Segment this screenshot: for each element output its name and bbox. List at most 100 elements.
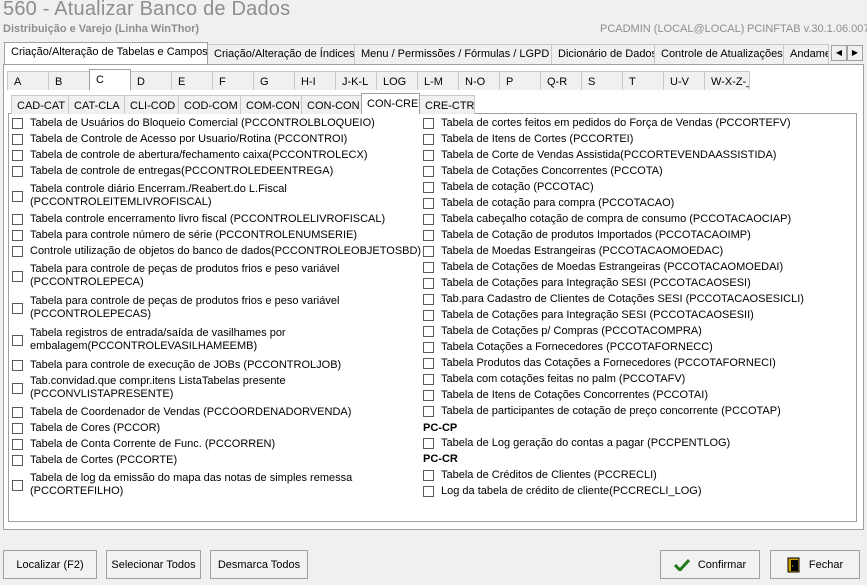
tab-controle-atualizacoes[interactable]: Controle de Atualizações [654, 44, 784, 64]
tab-letter-n-o[interactable]: N-O [458, 71, 500, 90]
tab-indices[interactable]: Criação/Alteração de Índices [207, 44, 355, 64]
checkbox[interactable] [423, 390, 434, 401]
checkbox[interactable] [423, 214, 434, 225]
list-item[interactable]: Tabela de Cotação de produtos Importados… [423, 229, 751, 242]
tab-con-cre[interactable]: CON-CRE [361, 93, 420, 114]
tab-com-con[interactable]: COM-CON [240, 95, 302, 114]
list-item[interactable]: Tabela para controle de peças de produto… [12, 263, 342, 289]
list-item[interactable]: Tabela de participantes de cotação de pr… [423, 405, 781, 418]
tab-letter-c[interactable]: C [89, 69, 131, 90]
tab-letter-g[interactable]: G [253, 71, 295, 90]
checkbox[interactable] [423, 262, 434, 273]
list-item[interactable]: Controle utilização de objetos do banco … [12, 245, 421, 258]
checkbox[interactable] [423, 166, 434, 177]
checkbox[interactable] [12, 134, 23, 145]
list-item[interactable]: Tabela de Cortes (PCCORTE) [12, 454, 177, 467]
checkbox[interactable] [12, 407, 23, 418]
checkbox[interactable] [12, 382, 23, 394]
list-item[interactable]: Tabela controle diário Encerram./Reabert… [12, 183, 290, 209]
list-item[interactable]: Tabela de Usuários do Bloqueio Comercial… [12, 117, 375, 130]
list-item[interactable]: Tabela de cotação (PCCOTAC) [423, 181, 594, 194]
list-item[interactable]: Tabela de controle de abertura/fechament… [12, 149, 368, 162]
list-item[interactable]: Tabela de log da emissão do mapa das not… [12, 472, 360, 498]
list-item[interactable]: Tabela para controle de execução de JOBs… [12, 359, 341, 372]
list-item[interactable]: Tabela de cotação para compra (PCCOTACAO… [423, 197, 674, 210]
tab-letter-l-m[interactable]: L-M [417, 71, 459, 90]
list-item[interactable]: Tabela de Moedas Estrangeiras (PCCOTACAO… [423, 245, 723, 258]
checkbox[interactable] [12, 118, 23, 129]
list-item[interactable]: Tabela controle encerramento livro fisca… [12, 213, 385, 226]
tab-letter-f[interactable]: F [212, 71, 254, 90]
checkbox[interactable] [423, 150, 434, 161]
list-item[interactable]: Tabela de Cotações p/ Compras (PCCOTACOM… [423, 325, 702, 338]
checkbox[interactable] [12, 439, 23, 450]
list-item[interactable]: Tabela com cotações feitas no palm (PCCO… [423, 373, 685, 386]
checkbox[interactable] [423, 230, 434, 241]
checkbox[interactable] [423, 118, 434, 129]
list-item[interactable]: Tabela de Controle de Acesso por Usuario… [12, 133, 347, 146]
tab-letter-q-r[interactable]: Q-R [540, 71, 582, 90]
list-item[interactable]: Tab.convidad.que compr.itens ListaTabela… [12, 375, 292, 401]
list-item[interactable]: Tabela de Cotações para Integração SESI … [423, 309, 754, 322]
list-item[interactable]: Tabela Produtos das Cotações a Fornecedo… [423, 357, 776, 370]
list-item[interactable]: Tabela para controle número de série (PC… [12, 229, 357, 242]
list-item[interactable]: Tabela de Créditos de Clientes (PCCRECLI… [423, 469, 657, 482]
list-item[interactable]: Tabela de Cotações de Moedas Estrangeira… [423, 261, 783, 274]
list-item[interactable]: Tabela de Itens de Cotações Concorrentes… [423, 389, 708, 402]
checkbox[interactable] [12, 214, 23, 225]
list-item[interactable]: Tabela registros de entrada/saída de vas… [12, 327, 292, 353]
localizar-button[interactable]: Localizar (F2) [3, 550, 97, 579]
tab-cod-com[interactable]: COD-COM [178, 95, 241, 114]
checkbox[interactable] [423, 294, 434, 305]
tab-tabelas-campos[interactable]: Criação/Alteração de Tabelas e Campos [4, 42, 208, 64]
checkbox[interactable] [423, 470, 434, 481]
checkbox[interactable] [12, 190, 23, 202]
checkbox[interactable] [423, 438, 434, 449]
tab-letter-d[interactable]: D [130, 71, 172, 90]
tab-letter-t[interactable]: T [622, 71, 664, 90]
confirmar-button[interactable]: Confirmar [660, 550, 760, 579]
desmarca-todos-button[interactable]: Desmarca Todos [210, 550, 308, 579]
chevron-right-icon[interactable]: ▶ [847, 45, 863, 61]
fechar-button[interactable]: Fechar [770, 550, 860, 579]
tab-cre-ctr[interactable]: CRE-CTR [419, 95, 475, 114]
checkbox[interactable] [12, 360, 23, 371]
checkbox[interactable] [12, 150, 23, 161]
checkbox[interactable] [12, 270, 23, 282]
checkbox[interactable] [423, 182, 434, 193]
list-item[interactable]: Tabela de cortes feitos em pedidos do Fo… [423, 117, 791, 130]
list-item[interactable]: Tabela Cotações a Fornecedores (PCCOTAFO… [423, 341, 713, 354]
list-item[interactable]: Tabela de Conta Corrente de Func. (PCCOR… [12, 438, 275, 451]
tab-menu-permissoes[interactable]: Menu / Permissões / Fórmulas / LGPD [354, 44, 552, 64]
tab-letter-b[interactable]: B [48, 71, 90, 90]
list-item[interactable]: Tabela de controle de entregas(PCCONTROL… [12, 165, 333, 178]
checkbox[interactable] [12, 455, 23, 466]
checkbox[interactable] [423, 326, 434, 337]
chevron-left-icon[interactable]: ◀ [831, 45, 847, 61]
checkbox[interactable] [12, 166, 23, 177]
checkbox[interactable] [12, 302, 23, 314]
tab-letter-h-i[interactable]: H-I [294, 71, 336, 90]
tab-letter-s[interactable]: S [581, 71, 623, 90]
checkbox[interactable] [12, 334, 23, 346]
tab-letter-u-v[interactable]: U-V [663, 71, 705, 90]
tab-letter-p[interactable]: P [499, 71, 541, 90]
checkbox[interactable] [12, 479, 23, 491]
list-item[interactable]: Tabela de Corte de Vendas Assistida(PCCO… [423, 149, 776, 162]
checkbox[interactable] [423, 134, 434, 145]
checkbox[interactable] [423, 374, 434, 385]
checkbox[interactable] [423, 246, 434, 257]
checkbox[interactable] [423, 310, 434, 321]
checkbox[interactable] [12, 246, 23, 257]
list-item[interactable]: Tabela de Cotações Concorrentes (PCCOTA) [423, 165, 663, 178]
tab-dicionario[interactable]: Dicionário de Dados [551, 44, 655, 64]
checkbox[interactable] [423, 278, 434, 289]
tab-cat-cla[interactable]: CAT-CLA [68, 95, 125, 114]
tab-letter-a[interactable]: A [7, 71, 49, 90]
tab-cad-cat[interactable]: CAD-CAT [11, 95, 69, 114]
list-item[interactable]: Tabela de Cores (PCCOR) [12, 422, 160, 435]
list-item[interactable]: Log da tabela de crédito de cliente(PCCR… [423, 485, 701, 498]
checkbox[interactable] [423, 406, 434, 417]
list-item[interactable]: Tabela de Coordenador de Vendas (PCCOORD… [12, 406, 351, 419]
list-item[interactable]: Tabela de Cotações para Integração SESI … [423, 277, 751, 290]
